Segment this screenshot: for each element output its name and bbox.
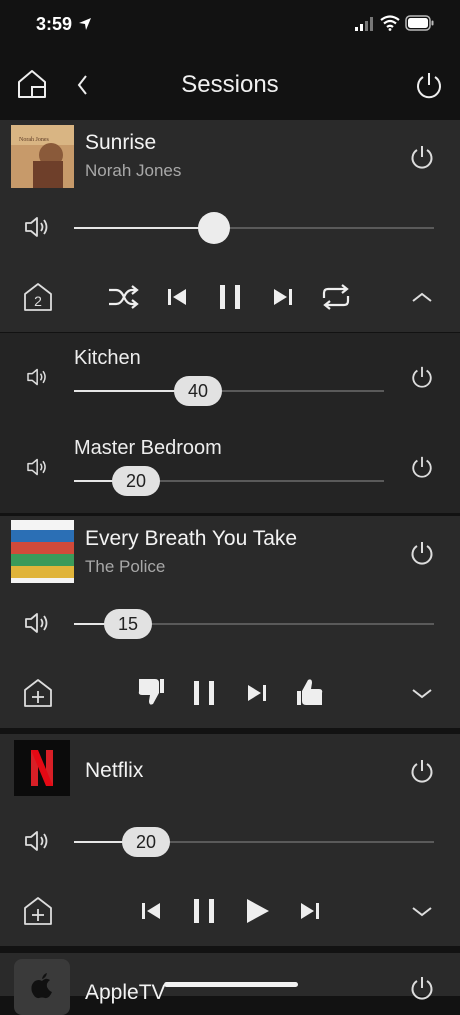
shuffle-icon[interactable] — [107, 284, 139, 310]
next-track-icon[interactable] — [272, 286, 294, 308]
album-art[interactable]: Norah Jones — [11, 125, 74, 188]
room-power-icon[interactable] — [410, 365, 434, 389]
session-card-every-breath: Every Breath You Take The Police 15 — [0, 516, 460, 728]
status-bar: 3:59 — [0, 0, 460, 50]
room-power-icon[interactable] — [410, 455, 434, 479]
room-volume-value-master-bedroom[interactable]: 20 — [112, 466, 160, 496]
room-name-master-bedroom: Master Bedroom — [74, 437, 222, 459]
add-room-icon[interactable] — [23, 678, 53, 708]
session-card-appletv: AppleTV — [0, 953, 460, 1015]
session-card-netflix: Netflix 20 — [0, 734, 460, 946]
room-volume-icon[interactable] — [26, 457, 50, 477]
battery-icon — [405, 15, 434, 31]
repeat-icon[interactable] — [320, 284, 352, 310]
home-indicator[interactable] — [164, 982, 298, 987]
session-title: Netflix — [85, 759, 144, 782]
power-icon[interactable] — [409, 758, 435, 784]
room-volume-slider-kitchen[interactable] — [74, 390, 384, 392]
volume-value[interactable]: 20 — [122, 827, 170, 857]
expand-chevron-icon[interactable] — [411, 904, 433, 918]
pause-icon[interactable] — [190, 679, 218, 707]
appletv-logo[interactable] — [14, 959, 70, 1015]
thumbs-down-icon[interactable] — [137, 676, 165, 708]
cellular-signal-icon — [355, 17, 373, 31]
power-all-icon[interactable] — [414, 70, 444, 100]
session-title: Every Breath You Take — [85, 527, 298, 550]
volume-icon[interactable] — [24, 829, 52, 853]
wifi-icon — [380, 15, 400, 31]
room-group-icon[interactable]: 2 — [23, 282, 53, 312]
thumbs-up-icon[interactable] — [296, 676, 324, 708]
room-volume-value-kitchen[interactable]: 40 — [174, 376, 222, 406]
collapse-chevron-icon[interactable] — [411, 290, 433, 304]
expand-chevron-icon[interactable] — [411, 686, 433, 700]
play-icon[interactable] — [243, 897, 271, 925]
room-group-count: 2 — [34, 293, 42, 309]
next-track-icon[interactable] — [246, 682, 268, 704]
room-list: Kitchen 40 Master Bedroom 20 — [0, 333, 460, 513]
next-track-icon[interactable] — [299, 900, 321, 922]
room-volume-icon[interactable] — [26, 367, 50, 387]
session-title: AppleTV — [85, 981, 166, 1004]
session-title: Sunrise — [85, 131, 157, 154]
nav-bar: Sessions — [0, 56, 460, 116]
volume-icon[interactable] — [24, 215, 52, 239]
status-time: 3:59 — [36, 14, 73, 34]
volume-slider-fill — [74, 227, 215, 229]
power-icon[interactable] — [409, 975, 435, 1001]
volume-value[interactable]: 15 — [104, 609, 152, 639]
location-arrow-icon — [79, 18, 91, 30]
volume-slider-knob[interactable] — [198, 212, 231, 244]
room-name-kitchen: Kitchen — [74, 347, 141, 369]
volume-icon[interactable] — [24, 611, 52, 635]
previous-track-icon[interactable] — [140, 900, 162, 922]
add-room-icon[interactable] — [23, 896, 53, 926]
pause-icon[interactable] — [216, 283, 244, 311]
volume-slider[interactable] — [74, 227, 434, 229]
power-icon[interactable] — [409, 540, 435, 566]
pause-icon[interactable] — [190, 897, 218, 925]
session-artist: The Police — [85, 557, 166, 576]
power-icon[interactable] — [409, 144, 435, 170]
album-art-lettering: Norah Jones — [19, 137, 49, 143]
page-title: Sessions — [181, 71, 279, 98]
album-art[interactable] — [11, 520, 74, 583]
session-artist: Norah Jones — [85, 161, 182, 180]
session-card-sunrise: Norah Jones Sunrise Norah Jones 2 — [0, 120, 460, 332]
previous-track-icon[interactable] — [166, 286, 188, 308]
netflix-logo[interactable] — [14, 740, 70, 796]
